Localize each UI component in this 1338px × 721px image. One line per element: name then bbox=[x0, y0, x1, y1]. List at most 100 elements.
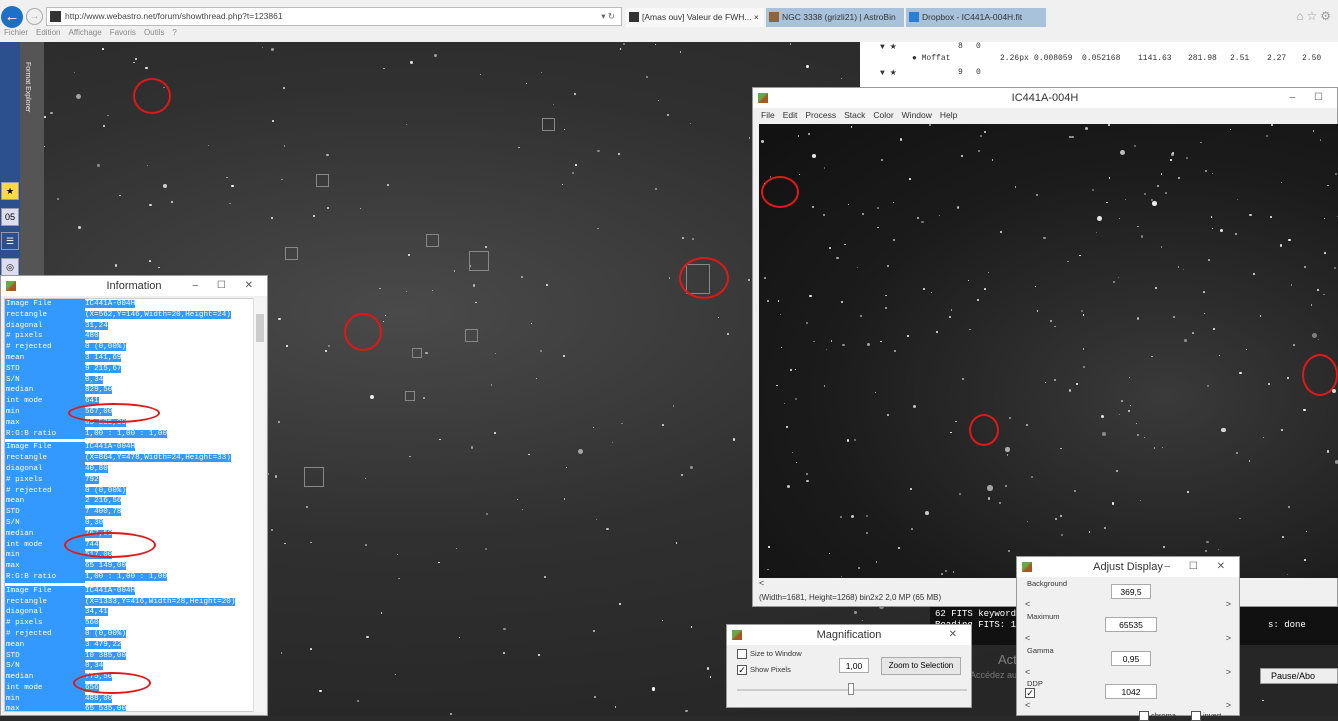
show-pixels-checkbox[interactable]: ✓ bbox=[737, 665, 747, 675]
menu-color[interactable]: Color bbox=[873, 110, 893, 120]
star bbox=[840, 77, 843, 80]
selection-box[interactable] bbox=[412, 348, 422, 358]
menu-edition[interactable]: Edition bbox=[36, 28, 60, 37]
menu-help[interactable]: Help bbox=[940, 110, 957, 120]
gamma-slider[interactable]: < > bbox=[1025, 667, 1231, 679]
menu-outils[interactable]: Outils bbox=[144, 28, 164, 37]
calendar-icon[interactable]: 05 bbox=[1, 208, 19, 226]
adjust-display-window: Adjust Display – ☐ ✕ Background 369,5 < > … bbox=[1016, 556, 1240, 721]
star bbox=[597, 227, 599, 230]
background-input[interactable]: 369,5 bbox=[1111, 584, 1151, 599]
star bbox=[865, 531, 869, 534]
star bbox=[1128, 376, 1130, 379]
star bbox=[1155, 286, 1158, 289]
title-bar[interactable]: Magnification ✕ bbox=[727, 625, 971, 645]
star bbox=[1305, 530, 1308, 533]
slider-thumb[interactable] bbox=[848, 683, 854, 695]
info-value: 1,00 : 1,00 : 1,00 bbox=[85, 429, 168, 438]
star bbox=[618, 153, 621, 155]
forward-button[interactable]: → bbox=[26, 8, 43, 25]
star bbox=[1129, 404, 1131, 407]
title-bar[interactable]: Adjust Display – ☐ ✕ bbox=[1017, 557, 1239, 577]
star bbox=[425, 351, 428, 354]
gear-icon[interactable]: ⚙ bbox=[1320, 9, 1334, 23]
title-bar[interactable]: Information – ☐ ✕ bbox=[1, 276, 267, 296]
star bbox=[75, 93, 81, 100]
expand-icon[interactable]: ▼ ★ bbox=[880, 42, 897, 52]
selection-box[interactable] bbox=[316, 174, 329, 187]
toolbar-icons[interactable]: ⌂☆⚙ bbox=[1296, 9, 1334, 23]
menu-fichier[interactable]: Fichier bbox=[4, 28, 28, 37]
star bbox=[1245, 348, 1247, 350]
star-icon[interactable]: ★ bbox=[1, 182, 19, 200]
selection-box[interactable] bbox=[542, 118, 555, 131]
invert-checkbox[interactable] bbox=[1191, 711, 1201, 721]
size-to-window-checkbox[interactable] bbox=[737, 649, 747, 659]
maximum-slider[interactable]: < > bbox=[1025, 633, 1231, 645]
cell: 2.26px bbox=[1000, 54, 1029, 63]
info-key: rectangle bbox=[5, 453, 85, 464]
star bbox=[1113, 281, 1116, 284]
chroma-checkbox[interactable] bbox=[1139, 711, 1149, 721]
star bbox=[1203, 290, 1206, 293]
maximum-input[interactable]: 65535 bbox=[1105, 617, 1157, 632]
info-key: STD bbox=[5, 363, 85, 375]
expand-icon[interactable]: ▼ ★ bbox=[880, 68, 897, 78]
info-key: mean bbox=[5, 352, 85, 364]
menu-window[interactable]: Window bbox=[902, 110, 932, 120]
pause-button[interactable]: Pause/Abo bbox=[1260, 668, 1338, 684]
menu-favoris[interactable]: Favoris bbox=[110, 28, 136, 37]
home-icon[interactable]: ⌂ bbox=[1296, 9, 1306, 23]
menu-affichage[interactable]: Affichage bbox=[68, 28, 101, 37]
selection-box[interactable] bbox=[285, 247, 298, 260]
selection-box[interactable] bbox=[405, 391, 415, 401]
selection-box[interactable] bbox=[426, 234, 439, 247]
star bbox=[1092, 188, 1095, 192]
window-controls[interactable]: – ☐ ✕ bbox=[193, 276, 261, 296]
selection-box[interactable] bbox=[469, 251, 489, 271]
tab-webastro[interactable]: [Amas ouv] Valeur de FWH... × bbox=[626, 8, 764, 27]
star bbox=[1124, 198, 1126, 200]
close-icon[interactable]: ✕ bbox=[949, 625, 965, 645]
star bbox=[1076, 382, 1079, 385]
disk-icon[interactable]: ◎ bbox=[1, 258, 19, 276]
back-button[interactable]: ← bbox=[1, 6, 23, 28]
favorites-star-icon[interactable]: ☆ bbox=[1306, 9, 1320, 23]
magnification-input[interactable]: 1,00 bbox=[839, 658, 869, 673]
star bbox=[1185, 157, 1189, 160]
star bbox=[149, 259, 151, 262]
address-bar[interactable]: http://www.webastro.net/forum/showthread… bbox=[46, 7, 622, 26]
background-slider[interactable]: < > bbox=[1025, 599, 1231, 611]
vertical-scrollbar[interactable] bbox=[253, 298, 265, 712]
star bbox=[761, 140, 764, 143]
title-bar[interactable]: IC441A-004H – ☐ bbox=[753, 88, 1337, 108]
scroll-thumb[interactable] bbox=[256, 314, 264, 342]
star bbox=[383, 67, 385, 70]
menu-file[interactable]: File bbox=[761, 110, 775, 120]
information-text[interactable]: Image File IC441A-004H rectangle (X=562,Y=… bbox=[4, 298, 254, 712]
ddp-checkbox[interactable]: ✓ bbox=[1025, 688, 1035, 698]
window-controls[interactable]: – ☐ bbox=[1290, 88, 1331, 108]
zoom-to-selection-button[interactable]: Zoom to Selection bbox=[881, 657, 961, 675]
list-icon[interactable]: ☰ bbox=[1, 232, 19, 250]
close-tab-icon[interactable]: × bbox=[754, 12, 759, 22]
fits-image[interactable] bbox=[759, 124, 1338, 578]
star bbox=[327, 345, 331, 348]
menu-help[interactable]: ? bbox=[172, 28, 176, 37]
selection-box[interactable] bbox=[465, 329, 478, 342]
menu-process[interactable]: Process bbox=[805, 110, 836, 120]
ddp-input[interactable]: 1042 bbox=[1105, 684, 1157, 699]
star bbox=[107, 114, 109, 117]
menu-edit[interactable]: Edit bbox=[783, 110, 798, 120]
selection-box[interactable] bbox=[304, 467, 324, 487]
refresh-icon[interactable]: ▾ ↻ bbox=[601, 8, 615, 25]
gamma-input[interactable]: 0,95 bbox=[1111, 651, 1151, 666]
info-key: # rejected bbox=[5, 342, 85, 353]
star bbox=[56, 198, 60, 201]
tab-astrobin[interactable]: NGC 3338 (grizli21) | AstroBin bbox=[766, 8, 904, 27]
window-controls[interactable]: – ☐ ✕ bbox=[1165, 557, 1233, 577]
star bbox=[822, 214, 825, 217]
format-explorer-panel[interactable]: Format Explorer bbox=[20, 42, 44, 282]
tab-dropbox[interactable]: Dropbox - IC441A-004H.fit bbox=[906, 8, 1046, 27]
menu-stack[interactable]: Stack bbox=[844, 110, 865, 120]
